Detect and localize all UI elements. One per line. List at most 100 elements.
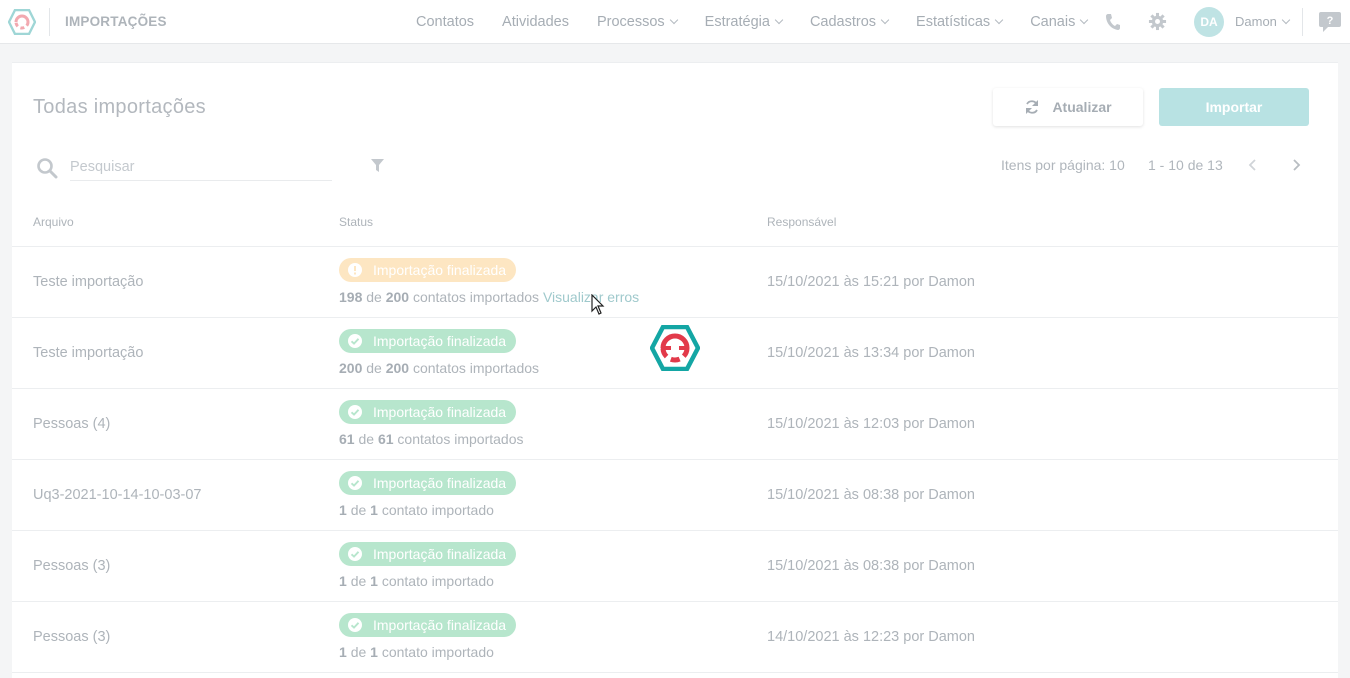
check-circle-icon [348, 334, 362, 348]
count-joiner: de [350, 573, 367, 589]
chevron-down-icon [1080, 15, 1089, 25]
status-badge: Importação finalizada [339, 258, 517, 282]
nav-label: Estratégia [704, 14, 770, 30]
nav-label: Estatísticas [916, 14, 991, 30]
main-nav: Contatos Atividades Processos Estratégia… [402, 0, 1101, 44]
import-count: 200 de 200 contatos importados [339, 360, 539, 376]
nav-processos[interactable]: Processos [596, 14, 678, 30]
count-suffix: contatos importados [412, 289, 540, 305]
gear-icon[interactable] [1148, 12, 1167, 31]
svg-text:?: ? [1327, 15, 1334, 27]
column-header-responsible[interactable]: Responsável [767, 215, 836, 229]
file-name: Pessoas (3) [33, 629, 111, 645]
chevron-down-icon [994, 15, 1004, 25]
imported-count: 1 [339, 502, 347, 518]
page-title: IMPORTAÇÕES [65, 14, 167, 29]
imported-count: 198 [339, 289, 363, 305]
imported-count: 1 [339, 573, 347, 589]
count-joiner: de [358, 431, 375, 447]
check-circle-icon [348, 405, 362, 419]
import-button[interactable]: Importar [1159, 88, 1309, 126]
file-name: Pessoas (4) [33, 416, 111, 432]
total-count: 200 [385, 289, 410, 305]
table-row[interactable]: Pessoas (3) Importação finalizada 1 de 1… [12, 602, 1338, 673]
nav-canais[interactable]: Canais [1030, 14, 1089, 30]
status-label: Importação finalizada [373, 404, 507, 420]
import-count: 1 de 1 contato importado [339, 502, 494, 518]
count-joiner: de [366, 360, 382, 376]
responsible: 15/10/2021 às 08:38 por Damon [767, 558, 975, 574]
top-divider [49, 8, 50, 36]
nav-label: Canais [1030, 14, 1076, 30]
list-title: Todas importações [33, 96, 206, 118]
column-header-file[interactable]: Arquivo [33, 215, 74, 229]
loading-logo-icon [650, 325, 700, 371]
file-name: Teste importação [33, 345, 144, 361]
total-count: 61 [377, 431, 394, 447]
count-suffix: contatos importados [412, 360, 540, 376]
total-count: 200 [385, 360, 410, 376]
nav-label: Atividades [502, 14, 569, 30]
items-per-page[interactable]: Itens por página: 10 [1001, 157, 1125, 173]
count-suffix: contato importado [381, 644, 494, 660]
imported-count: 200 [339, 360, 363, 376]
table-row[interactable]: Pessoas (3) Importação finalizada 1 de 1… [12, 531, 1338, 602]
total-count: 1 [370, 502, 378, 518]
nav-label: Contatos [416, 14, 475, 30]
search-input[interactable] [70, 153, 332, 181]
logo-icon[interactable] [8, 9, 36, 35]
user-name: Damon [1235, 14, 1277, 29]
help-icon[interactable]: ? [1318, 11, 1342, 33]
table-row[interactable]: Pessoas (4) Importação finalizada 61 de … [12, 389, 1338, 460]
search-icon [37, 158, 58, 179]
nav-contatos[interactable]: Contatos [416, 14, 474, 30]
count-joiner: de [350, 644, 367, 660]
imported-count: 61 [339, 431, 355, 447]
status-badge: Importação finalizada [339, 329, 517, 353]
nav-cadastros[interactable]: Cadastros [809, 14, 890, 30]
count-suffix: contato importado [381, 573, 494, 589]
count-joiner: de [350, 502, 367, 518]
chevron-right-icon[interactable] [1289, 158, 1303, 172]
count-suffix: contato importado [381, 502, 494, 518]
status-badge: Importação finalizada [339, 400, 517, 424]
status-badge: Importação finalizada [339, 471, 517, 495]
refresh-label: Atualizar [1052, 99, 1112, 115]
status-badge: Importação finalizada [339, 613, 517, 637]
nav-estatisticas[interactable]: Estatísticas [916, 14, 1004, 30]
status-label: Importação finalizada [373, 546, 507, 562]
chevron-down-icon [774, 15, 784, 25]
nav-atividades[interactable]: Atividades [502, 14, 569, 30]
file-name: Teste importação [33, 274, 144, 290]
user-menu[interactable]: Damon [1235, 14, 1291, 29]
filter-icon[interactable] [370, 158, 385, 173]
card-top-line [28, 62, 1324, 63]
file-name: Uq3-2021-10-14-10-03-07 [33, 487, 202, 503]
chevron-down-icon [669, 15, 678, 25]
phone-icon[interactable] [1105, 13, 1121, 31]
nav-label: Processos [596, 14, 665, 30]
refresh-button[interactable]: Atualizar [993, 88, 1143, 126]
responsible: 14/10/2021 às 12:23 por Damon [767, 629, 975, 645]
avatar[interactable]: DA [1194, 7, 1224, 37]
table-row[interactable]: Uq3-2021-10-14-10-03-07 Importação final… [12, 460, 1338, 531]
nav-estrategia[interactable]: Estratégia [704, 14, 784, 30]
count-joiner: de [366, 289, 382, 305]
status-label: Importação finalizada [373, 617, 507, 633]
check-circle-icon [348, 547, 362, 561]
top-divider [1302, 8, 1303, 36]
check-circle-icon [348, 476, 362, 490]
column-header-status[interactable]: Status [339, 215, 373, 229]
status-label: Importação finalizada [373, 333, 507, 349]
imported-count: 1 [339, 644, 347, 660]
import-count: 1 de 1 contato importado [339, 573, 494, 589]
table-row[interactable]: Teste importação Importação finalizada 1… [12, 247, 1338, 318]
refresh-icon [1026, 100, 1039, 114]
nav-label: Cadastros [809, 14, 877, 30]
file-name: Pessoas (3) [33, 558, 111, 574]
mouse-cursor-icon [591, 294, 605, 315]
responsible: 15/10/2021 às 13:34 por Damon [767, 345, 975, 361]
chevron-left-icon[interactable] [1246, 158, 1260, 172]
responsible: 15/10/2021 às 08:38 por Damon [767, 487, 975, 503]
check-circle-icon [348, 618, 362, 632]
